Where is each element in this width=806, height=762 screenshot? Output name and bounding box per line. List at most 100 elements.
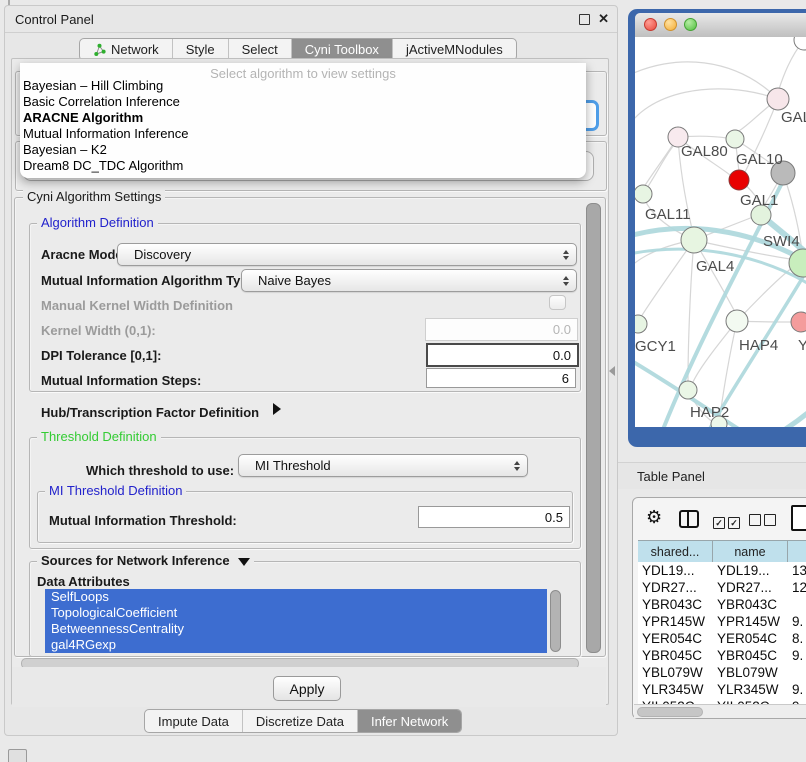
table-row[interactable]: YPR145WYPR145W9. xyxy=(638,613,806,630)
network-graph[interactable]: GAL80GAL7GAL10GAL1GAL11SWI4GAL4GCY1HAP4Y… xyxy=(635,37,806,427)
table-cell[interactable]: YBL079W xyxy=(713,664,788,681)
network-node[interactable] xyxy=(679,381,697,399)
columns-icon[interactable] xyxy=(679,510,699,528)
apply-button[interactable]: Apply xyxy=(273,676,341,701)
table-cell[interactable]: YER054C xyxy=(713,630,788,647)
aracne-mode-combobox[interactable]: Discovery xyxy=(117,243,577,266)
network-window-titlebar[interactable] xyxy=(635,13,806,38)
dropdown-item-mutual-information-inference[interactable]: Mutual Information Inference xyxy=(20,126,586,142)
table-cell[interactable]: YBR045C xyxy=(713,647,788,664)
float-window-icon[interactable] xyxy=(579,14,590,25)
bottom-tab-infer-network[interactable]: Infer Network xyxy=(358,710,461,732)
dropdown-item-aracne-algorithm[interactable]: ARACNE Algorithm xyxy=(20,110,586,126)
table-row[interactable]: YBR045CYBR045C9. xyxy=(638,647,806,664)
table-row[interactable]: YBL079WYBL079W xyxy=(638,664,806,681)
table-cell[interactable]: YPR145W xyxy=(638,613,713,630)
attribute-item-selfloops[interactable]: SelfLoops xyxy=(45,589,547,605)
table-row[interactable]: YDR27...YDR27...12 xyxy=(638,579,806,596)
network-node-label: GAL1 xyxy=(740,192,778,209)
manual-kernel-width-checkbox[interactable] xyxy=(549,295,566,310)
table-horizontal-scrollbar[interactable] xyxy=(637,707,703,717)
network-canvas[interactable]: GAL80GAL7GAL10GAL1GAL11SWI4GAL4GCY1HAP4Y… xyxy=(635,37,806,427)
network-edge-highlighted[interactable] xyxy=(730,392,806,427)
network-node[interactable] xyxy=(767,88,789,110)
tab-cyni-toolbox[interactable]: Cyni Toolbox xyxy=(292,39,393,60)
zoom-traffic-light-icon[interactable] xyxy=(684,18,697,31)
close-traffic-light-icon[interactable] xyxy=(644,18,657,31)
kernel-width-field[interactable]: 0.0 xyxy=(425,318,578,341)
column-header-a[interactable]: A xyxy=(788,540,806,563)
panel-splitter-collapse-icon[interactable] xyxy=(609,366,615,376)
network-node[interactable] xyxy=(729,170,749,190)
tab-network[interactable]: Network xyxy=(80,39,173,60)
network-edge[interactable] xyxy=(737,267,793,321)
attributes-list-scrollbar[interactable] xyxy=(550,590,561,652)
tab-select-label: Select xyxy=(242,42,278,57)
network-node[interactable] xyxy=(726,310,748,332)
table-cell[interactable]: 12 xyxy=(788,579,806,596)
table-row[interactable]: YBR043CYBR043C xyxy=(638,596,806,613)
table-cell[interactable]: YER054C xyxy=(638,630,713,647)
attribute-item-topologicalcoefficient[interactable]: TopologicalCoefficient xyxy=(45,605,547,621)
table-cell[interactable]: 13 xyxy=(788,562,806,579)
network-node[interactable] xyxy=(791,312,806,332)
table-cell[interactable]: YPR145W xyxy=(713,613,788,630)
column-header-name[interactable]: name xyxy=(713,540,788,563)
minimize-traffic-light-icon[interactable] xyxy=(664,18,677,31)
table-row[interactable]: YDL19...YDL19...13 xyxy=(638,562,806,579)
table-row[interactable]: YER054CYER054C8. xyxy=(638,630,806,647)
dropdown-item-bayesian-hill-climbing[interactable]: Bayesian – Hill Climbing xyxy=(20,78,586,94)
network-edge[interactable] xyxy=(720,321,737,417)
table-cell[interactable]: YDL19... xyxy=(638,562,713,579)
table-cell[interactable]: 9. xyxy=(788,647,806,664)
bottom-tab-discretize-data[interactable]: Discretize Data xyxy=(243,710,358,732)
network-node[interactable] xyxy=(794,37,806,50)
mi-threshold-field[interactable]: 0.5 xyxy=(418,506,570,528)
gear-icon[interactable]: ⚙ xyxy=(646,508,662,526)
table-cell[interactable]: YLR345W xyxy=(713,681,788,698)
table-cell[interactable]: YLR345W xyxy=(638,681,713,698)
bottom-left-widget-icon[interactable] xyxy=(8,749,27,762)
network-node[interactable] xyxy=(635,185,652,203)
network-edge[interactable] xyxy=(635,89,778,132)
which-threshold-combobox[interactable]: MI Threshold xyxy=(238,454,528,477)
mi-steps-field[interactable]: 6 xyxy=(426,368,576,388)
table-cell[interactable]: YDL19... xyxy=(713,562,788,579)
table-cell[interactable]: YDR27... xyxy=(713,579,788,596)
tab-style[interactable]: Style xyxy=(173,39,229,60)
mi-threshold-label: Mutual Information Threshold: xyxy=(49,513,237,528)
dropdown-item-bayesian-k2[interactable]: Bayesian – K2 xyxy=(20,142,586,158)
table-cell[interactable]: YBR045C xyxy=(638,647,713,664)
mi-algorithm-type-combobox[interactable]: Naive Bayes xyxy=(241,269,577,292)
column-header-shared[interactable]: shared... xyxy=(638,540,713,563)
dpi-tolerance-field[interactable]: 0.0 xyxy=(426,343,579,367)
select-all-checkboxes-icon[interactable]: ✓✓ xyxy=(713,513,743,531)
table-row[interactable]: YLR345WYLR345W9. xyxy=(638,681,806,698)
bottom-tab-impute-data[interactable]: Impute Data xyxy=(145,710,243,732)
close-window-icon[interactable]: ✕ xyxy=(598,11,609,27)
table-cell[interactable]: 9. xyxy=(788,613,806,630)
network-node[interactable] xyxy=(726,130,744,148)
attribute-item-gal4rgexp[interactable]: gal4RGexp xyxy=(45,637,547,653)
attribute-item-betweennesscentrality[interactable]: BetweennessCentrality xyxy=(45,621,547,637)
tab-select[interactable]: Select xyxy=(229,39,292,60)
network-node[interactable] xyxy=(635,315,647,333)
table-cell[interactable]: YBR043C xyxy=(638,596,713,613)
manual-kernel-width-label: Manual Kernel Width Definition xyxy=(41,298,233,313)
table-cell[interactable]: 8. xyxy=(788,630,806,647)
network-node-label: GAL7 xyxy=(781,109,806,126)
table-cell[interactable]: YBL079W xyxy=(638,664,713,681)
table-cell[interactable]: YBR043C xyxy=(713,596,788,613)
network-node[interactable] xyxy=(681,227,707,253)
mi-algorithm-type-value: Naive Bayes xyxy=(258,273,331,288)
sources-collapse-arrow-icon[interactable] xyxy=(238,558,250,566)
settings-vertical-scrollbar[interactable] xyxy=(586,203,601,653)
new-table-icon[interactable] xyxy=(791,505,806,531)
table-cell[interactable]: YDR27... xyxy=(638,579,713,596)
table-cell[interactable]: 9. xyxy=(788,681,806,698)
dropdown-item-dream8-dc-tdc-algorithm[interactable]: Dream8 DC_TDC Algorithm xyxy=(20,158,586,174)
deselect-all-checkboxes-icon[interactable] xyxy=(749,513,779,531)
tab-jactivemnodules[interactable]: jActiveMNodules xyxy=(393,39,516,60)
dropdown-item-basic-correlation-inference[interactable]: Basic Correlation Inference xyxy=(20,94,586,110)
hub-expand-arrow-icon[interactable] xyxy=(273,403,281,415)
